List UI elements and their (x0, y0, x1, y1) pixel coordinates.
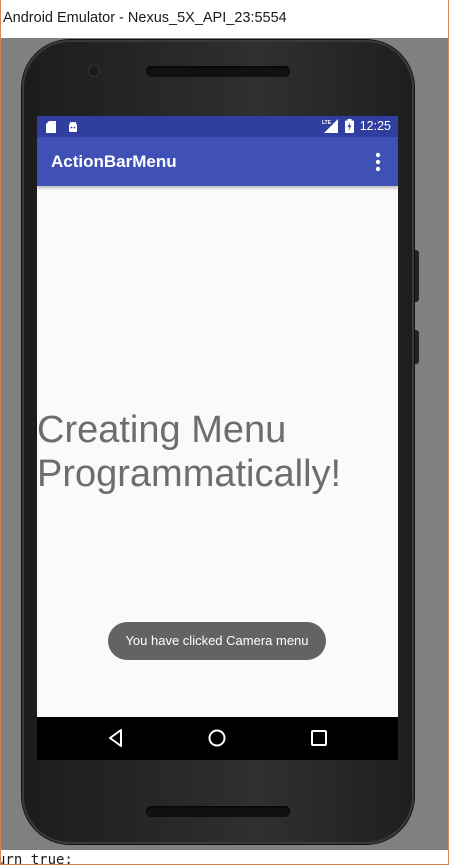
bottom-speaker (146, 806, 290, 817)
top-speaker (146, 66, 290, 77)
volume-button[interactable] (414, 250, 419, 302)
android-debug-icon (67, 120, 79, 138)
status-bar: LTE 12:25 (37, 116, 398, 137)
overflow-menu-button[interactable] (369, 149, 387, 175)
navigation-bar (37, 717, 398, 760)
content-message: Creating Menu Programmatically! (37, 409, 342, 495)
background-code-text: urn true; (1, 852, 73, 864)
back-button[interactable] (104, 726, 128, 750)
battery-charging-icon (345, 119, 354, 138)
recents-button[interactable] (307, 726, 331, 750)
back-icon (109, 729, 122, 747)
recents-icon (311, 730, 327, 746)
window-titlebar[interactable]: Android Emulator - Nexus_5X_API_23:5554 (1, 0, 448, 38)
app-title: ActionBarMenu (51, 152, 177, 171)
home-button[interactable] (205, 726, 229, 750)
power-button[interactable] (414, 330, 419, 364)
more-vert-icon (375, 152, 381, 172)
device-screen: LTE 12:25 ActionBarMenu Creating Menu Pr… (37, 116, 398, 760)
toast-message: You have clicked Camera menu (108, 622, 326, 660)
home-icon (208, 729, 226, 747)
background-code-strip: urn true; (1, 850, 448, 864)
lte-signal-icon: LTE (322, 119, 338, 138)
action-bar: ActionBarMenu (37, 137, 398, 186)
front-camera (89, 66, 99, 76)
sd-card-icon (46, 120, 56, 138)
svg-text:LTE: LTE (322, 120, 332, 126)
window-title: Android Emulator - Nexus_5X_API_23:5554 (3, 10, 287, 26)
status-time: 12:25 (359, 119, 391, 133)
